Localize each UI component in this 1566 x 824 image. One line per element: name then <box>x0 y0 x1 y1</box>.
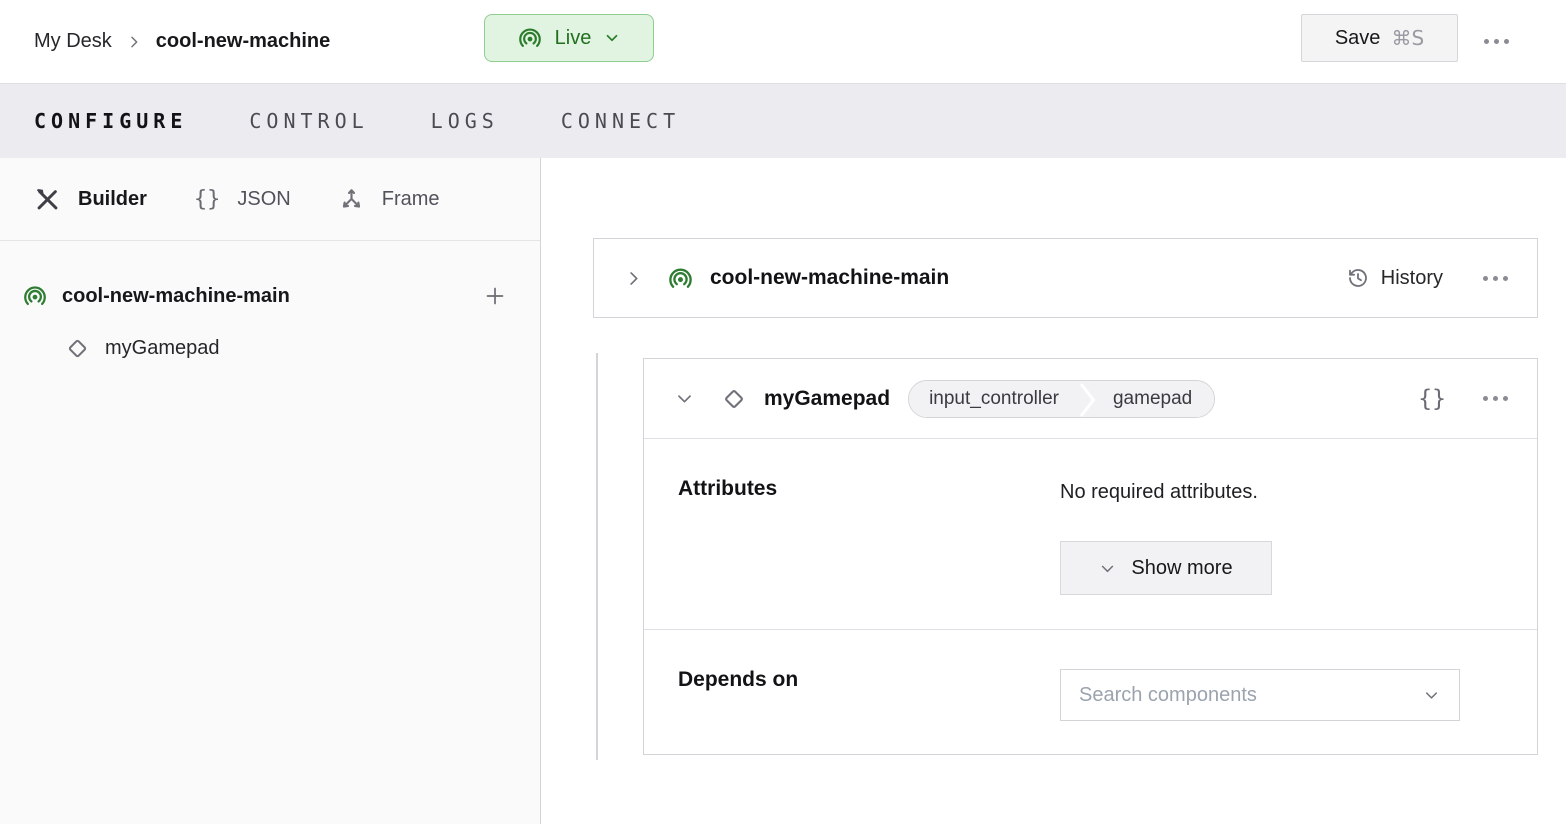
machine-menu-button[interactable] <box>1484 0 1509 83</box>
history-clock-icon <box>1346 266 1370 290</box>
tab-connect[interactable]: CONNECT <box>561 109 680 133</box>
attributes-empty-message: No required attributes. <box>1060 481 1258 504</box>
add-component-button[interactable] <box>483 284 507 308</box>
tree-item-component[interactable]: myGamepad <box>0 322 540 374</box>
mode-json[interactable]: {} JSON <box>194 187 291 212</box>
chevron-down-icon[interactable] <box>675 389 694 408</box>
chevron-right-icon[interactable] <box>624 269 643 288</box>
tree-machine-label: cool-new-machine-main <box>62 285 469 308</box>
chevron-down-icon <box>603 29 621 47</box>
chevron-down-icon <box>1099 560 1116 577</box>
machine-broadcast-icon <box>667 265 694 292</box>
frame-axes-icon <box>338 186 365 213</box>
depends-on-section: Depends on Search components <box>644 630 1537 754</box>
tab-configure[interactable]: CONFIGURE <box>34 109 187 133</box>
tab-logs[interactable]: LOGS <box>431 109 499 133</box>
status-badge-label: Live <box>555 27 592 50</box>
attributes-section: Attributes No required attributes. Show … <box>644 439 1537 630</box>
depends-on-label: Depends on <box>644 630 1060 754</box>
attributes-label: Attributes <box>644 439 1060 629</box>
tree-component-label: myGamepad <box>105 337 220 360</box>
breadcrumb-current: cool-new-machine <box>156 30 330 53</box>
broadcast-icon <box>517 25 543 51</box>
braces-icon: {} <box>194 187 221 212</box>
component-api-label: input_controller <box>909 381 1079 417</box>
edit-json-button[interactable]: {} <box>1418 386 1446 412</box>
machine-part-menu-button[interactable] <box>1483 276 1508 281</box>
mode-frame-label: Frame <box>382 188 440 211</box>
machine-tabbar: CONFIGURE CONTROL LOGS CONNECT <box>0 83 1566 158</box>
breadcrumb: My Desk cool-new-machine <box>34 0 330 83</box>
ellipsis-icon <box>1483 396 1508 401</box>
mode-builder[interactable]: Builder <box>34 186 147 213</box>
mode-builder-label: Builder <box>78 188 147 211</box>
tools-icon <box>34 186 61 213</box>
ellipsis-icon <box>1484 39 1509 44</box>
show-more-button[interactable]: Show more <box>1060 541 1272 595</box>
component-tree: cool-new-machine-main myGamepad <box>0 241 540 374</box>
ellipsis-icon <box>1483 276 1508 281</box>
show-more-label: Show more <box>1131 557 1232 580</box>
component-title: myGamepad <box>764 387 890 411</box>
component-type-badge: input_controller gamepad <box>908 380 1215 418</box>
badge-divider-icon <box>1079 381 1097 417</box>
component-model-label: gamepad <box>1097 381 1214 417</box>
save-button-label: Save <box>1335 27 1381 50</box>
view-mode-switcher: Builder {} JSON Frame <box>0 158 540 241</box>
component-card: myGamepad input_controller gamepad {} At… <box>643 358 1538 755</box>
history-button[interactable]: History <box>1346 266 1443 290</box>
save-shortcut-hint: ⌘S <box>1391 26 1424 50</box>
tab-control[interactable]: CONTROL <box>249 109 368 133</box>
component-menu-button[interactable] <box>1483 396 1508 401</box>
save-button[interactable]: Save ⌘S <box>1301 14 1458 62</box>
breadcrumb-parent[interactable]: My Desk <box>34 30 112 53</box>
history-button-label: History <box>1381 267 1443 290</box>
machine-part-title: cool-new-machine-main <box>710 266 949 290</box>
depends-on-placeholder: Search components <box>1079 684 1257 707</box>
component-card-header: myGamepad input_controller gamepad {} <box>644 359 1537 439</box>
chevron-down-icon <box>1422 686 1441 705</box>
component-diamond-icon <box>64 335 91 362</box>
tree-item-machine-part[interactable]: cool-new-machine-main <box>0 270 540 322</box>
breadcrumb-separator-icon <box>126 34 142 50</box>
machine-broadcast-icon <box>22 283 48 309</box>
app-window: My Desk cool-new-machine Live Save ⌘S <box>0 0 1566 824</box>
mode-json-label: JSON <box>237 188 290 211</box>
machine-part-card: cool-new-machine-main History <box>593 238 1538 318</box>
mode-frame[interactable]: Frame <box>338 186 440 213</box>
configure-sidebar: Builder {} JSON Frame <box>0 158 541 824</box>
component-diamond-icon <box>720 385 748 413</box>
machine-status-dropdown[interactable]: Live <box>484 14 654 62</box>
nesting-indent-line <box>596 353 598 760</box>
depends-on-select[interactable]: Search components <box>1060 669 1460 721</box>
top-header: My Desk cool-new-machine Live Save ⌘S <box>0 0 1566 83</box>
